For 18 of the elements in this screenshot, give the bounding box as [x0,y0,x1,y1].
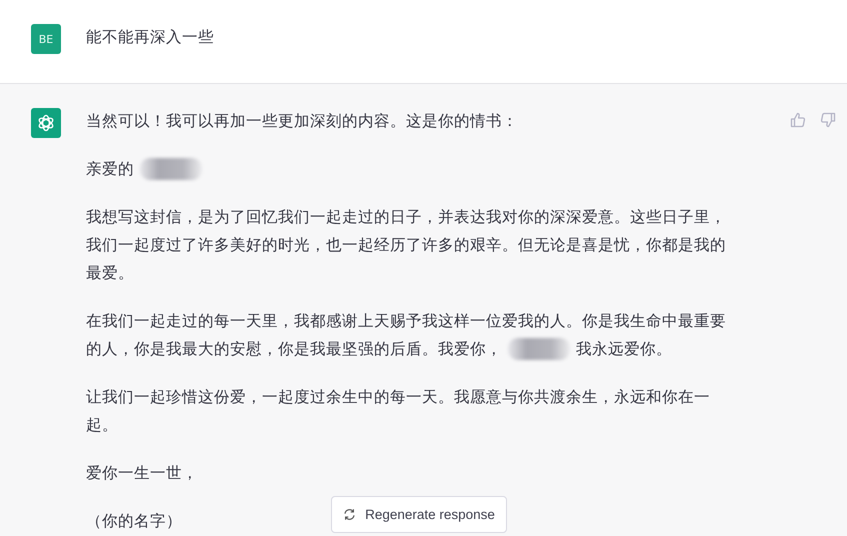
message-paragraph: 我想写这封信，是为了回忆我们一起走过的日子，并表达我对你的深深爱意。这些日子里，我们一起度过了许多美好的时光，也一起经历了许多的艰辛。但无论是喜是忧，你都是我的最爱。 [86,207,726,284]
refresh-icon [343,508,356,521]
message-text: 的人，你是我最大的安慰，你是我最坚强的后盾。我爱你， [86,339,502,360]
redaction-blur [140,158,202,180]
message-text: 我永远爱你。 [576,339,672,360]
redaction-blur [508,338,570,360]
thumbs-down-icon[interactable] [820,112,836,128]
message-text: 亲爱的 [86,159,134,180]
assistant-logo-icon [31,108,61,138]
message-paragraph: （你的名字） [86,511,182,532]
message-paragraph: 爱你一生一世， [86,463,198,484]
user-avatar: BE [31,24,61,54]
message-paragraph: 当然可以！我可以再加一些更加深刻的内容。这是你的情书： [86,111,518,132]
user-message: 能不能再深入一些 [86,27,214,48]
thumbs-up-icon[interactable] [790,112,806,128]
message-paragraph: 让我们一起珍惜这份爱，一起度过余生中的每一天。我愿意与你共渡余生，永远和你在一起。 [86,387,711,436]
message-text: 在我们一起走过的每一天里，我都感谢上天赐予我这样一位爱我的人。你是我生命中最重要 [86,311,726,332]
regenerate-button[interactable]: Regenerate response [331,496,507,533]
